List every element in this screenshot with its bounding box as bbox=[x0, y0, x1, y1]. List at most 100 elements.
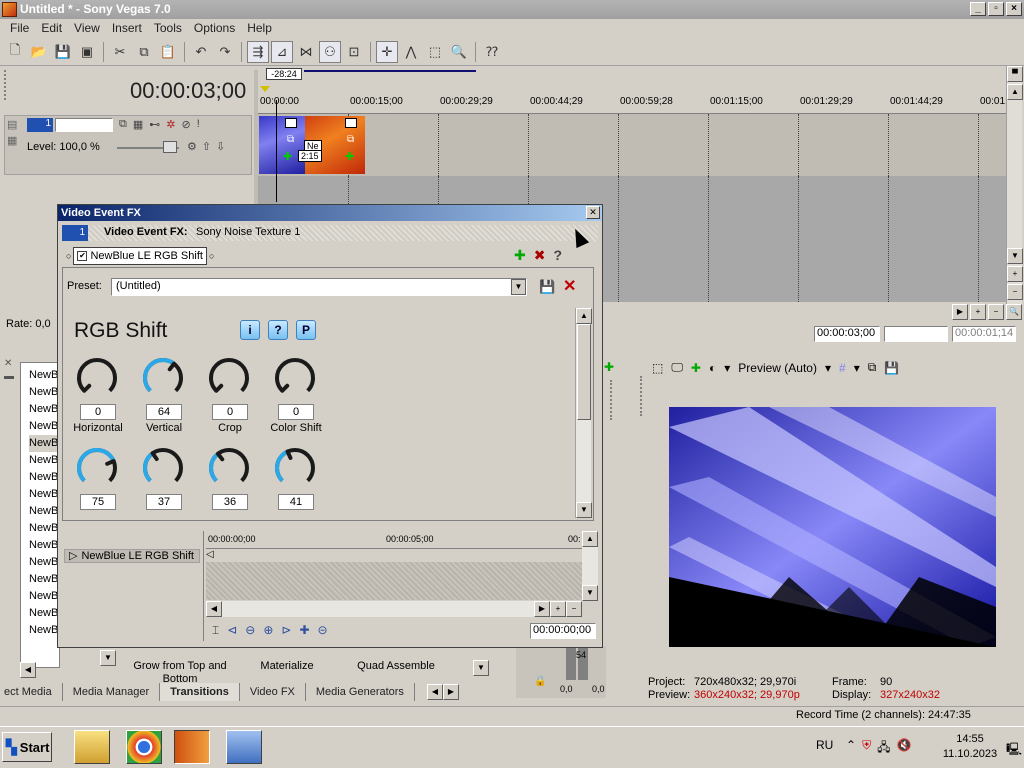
track-name-input[interactable] bbox=[55, 118, 113, 132]
transition-thumb-3[interactable]: Quad Assemble bbox=[344, 660, 448, 672]
save-icon[interactable]: 💾 bbox=[52, 41, 74, 63]
knob-horizontal[interactable] bbox=[75, 356, 119, 403]
sync-cursor-icon[interactable]: ⌶ bbox=[212, 623, 219, 638]
mixer-lock-icon[interactable]: 🔒 bbox=[534, 676, 546, 687]
plugin-enable-checkbox[interactable]: ✔ bbox=[77, 251, 88, 261]
event-plugin-icon[interactable]: ✚ bbox=[345, 150, 354, 163]
network-taskbar-icon[interactable] bbox=[226, 730, 262, 764]
lock-envelopes-icon[interactable]: ⚇ bbox=[319, 40, 341, 63]
add-keyframe-icon[interactable]: ✚ bbox=[299, 623, 309, 638]
explorer-view-icon[interactable]: ▬ bbox=[4, 371, 14, 382]
ignore-grouping-icon[interactable]: ⊡ bbox=[343, 41, 365, 63]
chain-plugin-item[interactable]: ✔ NewBlue LE RGB Shift bbox=[73, 247, 207, 265]
list-item[interactable]: NewB bbox=[29, 384, 59, 401]
keyframe-time-field[interactable]: 00:00:00;00 bbox=[530, 623, 596, 639]
parent-track-icon[interactable]: ⇧ bbox=[202, 140, 211, 153]
tray-security-icon[interactable]: ⛨ bbox=[862, 738, 871, 759]
tab-media-generators[interactable]: Media Generators bbox=[306, 683, 415, 701]
level-slider-thumb[interactable] bbox=[163, 141, 177, 153]
list-item[interactable]: NewB bbox=[29, 486, 59, 503]
event-pan-crop-icon[interactable]: ⧉ bbox=[287, 134, 294, 145]
save-snapshot-icon[interactable]: 💾 bbox=[884, 361, 899, 375]
event-plugin-icon[interactable]: ✚ bbox=[283, 150, 292, 163]
copy-snapshot-icon[interactable]: ⧉ bbox=[868, 360, 877, 375]
panel-grip[interactable] bbox=[4, 70, 8, 100]
knob-velocity[interactable] bbox=[75, 446, 119, 493]
scroll-down-icon[interactable]: ▼ bbox=[582, 585, 598, 601]
video-event-clip-blue[interactable]: ⧉ ✚ bbox=[259, 116, 305, 174]
knob-value-field[interactable]: 0 bbox=[278, 404, 314, 420]
preset-dropdown[interactable]: (Untitled) bbox=[111, 278, 527, 296]
list-item[interactable]: NewB bbox=[29, 469, 59, 486]
track-motion-icon[interactable]: ⧉ bbox=[119, 118, 127, 131]
save-preset-icon[interactable]: 💾 bbox=[539, 279, 555, 295]
video-track-header[interactable]: 1 ⧉ ▦ ⊷ ✲ ⊘ ! Level: 100,0 % ⚙ ⇧ ⇩ ▤ ▦ bbox=[4, 115, 252, 175]
panel-grip[interactable] bbox=[640, 376, 644, 416]
remove-plugin-icon[interactable]: ✖ bbox=[534, 247, 546, 264]
info-button[interactable]: i bbox=[240, 320, 260, 340]
presets-button[interactable]: P bbox=[296, 320, 316, 340]
scroll-left-icon[interactable]: ◀ bbox=[20, 662, 36, 678]
knob-value-field[interactable]: 41 bbox=[278, 494, 314, 510]
knob-crop[interactable] bbox=[207, 356, 251, 403]
knob-value-field[interactable]: 0 bbox=[80, 404, 116, 420]
scroll-down-icon[interactable]: ▼ bbox=[473, 660, 489, 676]
dropdown-arrow-icon[interactable]: ▾ bbox=[724, 361, 730, 375]
delete-keyframe-icon[interactable]: ⊝ bbox=[318, 623, 328, 638]
track-expand-icon[interactable]: ▤ bbox=[7, 118, 21, 131]
show-desktop-icon[interactable]: 🖳 bbox=[1006, 740, 1022, 761]
cut-icon[interactable]: ✂ bbox=[109, 41, 131, 63]
whats-this-help-icon[interactable]: ⁇ bbox=[481, 41, 503, 63]
selection-end-field[interactable] bbox=[884, 326, 948, 342]
keyframe-diamond-icon[interactable]: ◁ bbox=[206, 549, 214, 560]
list-item[interactable]: NewB bbox=[29, 435, 59, 452]
menu-help[interactable]: Help bbox=[241, 21, 278, 35]
tray-expand-icon[interactable]: ⌃ bbox=[846, 738, 856, 759]
transition-thumb-2[interactable]: Materialize bbox=[240, 660, 334, 672]
explorer-taskbar-icon[interactable] bbox=[74, 730, 110, 764]
panel-grip[interactable] bbox=[610, 380, 614, 420]
pin-icon[interactable]: ▀ bbox=[1007, 66, 1023, 82]
split-screen-icon[interactable]: ◐ bbox=[709, 361, 716, 375]
menu-edit[interactable]: Edit bbox=[35, 21, 68, 35]
track-envelope-icon[interactable]: ⊷ bbox=[149, 118, 160, 131]
zoom-tool-icon[interactable]: 🔍 bbox=[448, 41, 470, 63]
list-item[interactable]: NewB bbox=[29, 554, 59, 571]
tab-video-fx[interactable]: Video FX bbox=[240, 683, 306, 701]
clock-time[interactable]: 14:55 bbox=[940, 733, 1000, 745]
minimize-button[interactable]: _ bbox=[970, 2, 986, 16]
list-item[interactable]: NewB bbox=[29, 503, 59, 520]
zoom-in-icon[interactable]: + bbox=[1007, 266, 1023, 282]
selection-length-field[interactable]: 00:00:01;14 bbox=[952, 326, 1016, 342]
composite-mode-icon[interactable]: ⚙ bbox=[187, 140, 197, 153]
snap-icon[interactable]: ⊿ bbox=[271, 40, 293, 63]
list-item[interactable]: NewB bbox=[29, 520, 59, 537]
scroll-down-icon[interactable]: ▼ bbox=[1007, 248, 1023, 264]
ripple-edit-icon[interactable]: ⇶ bbox=[247, 40, 269, 63]
track-composite-icon[interactable]: ▦ bbox=[133, 118, 143, 131]
vegas-app-icon[interactable] bbox=[2, 2, 17, 17]
undo-icon[interactable]: ↶ bbox=[190, 41, 212, 63]
menu-options[interactable]: Options bbox=[188, 21, 241, 35]
keyframe-ruler[interactable]: 00:00:00;00 00:00:05;00 00: bbox=[206, 531, 582, 549]
last-keyframe-icon[interactable]: ⊳ bbox=[281, 623, 291, 638]
dropdown-arrow-icon[interactable]: ▼ bbox=[511, 279, 526, 295]
knob-value-field[interactable]: 36 bbox=[212, 494, 248, 510]
maximize-button[interactable]: ▫ bbox=[988, 2, 1004, 16]
chrome-taskbar-icon[interactable] bbox=[126, 730, 162, 764]
list-item[interactable]: NewB bbox=[29, 622, 59, 639]
scroll-up-icon[interactable]: ▲ bbox=[582, 531, 598, 547]
copy-icon[interactable]: ⧉ bbox=[133, 41, 155, 63]
list-item[interactable]: NewB bbox=[29, 367, 59, 384]
track-fx-icon[interactable]: ✲ bbox=[166, 118, 175, 131]
preview-fx-icon[interactable]: ✚ bbox=[691, 361, 701, 375]
tab-scroll-left-icon[interactable]: ◀ bbox=[426, 684, 443, 700]
first-keyframe-icon[interactable]: ⊲ bbox=[227, 623, 237, 638]
menu-insert[interactable]: Insert bbox=[106, 21, 148, 35]
keyframe-track-row[interactable]: ▷ NewBlue LE RGB Shift bbox=[64, 549, 200, 563]
render-icon[interactable]: ▣ bbox=[76, 41, 98, 63]
selection-tool-icon[interactable]: ⬚ bbox=[424, 41, 446, 63]
loop-region-bar[interactable] bbox=[304, 70, 476, 72]
menu-file[interactable]: File bbox=[4, 21, 35, 35]
event-pan-crop-icon[interactable]: ⧉ bbox=[347, 134, 354, 145]
